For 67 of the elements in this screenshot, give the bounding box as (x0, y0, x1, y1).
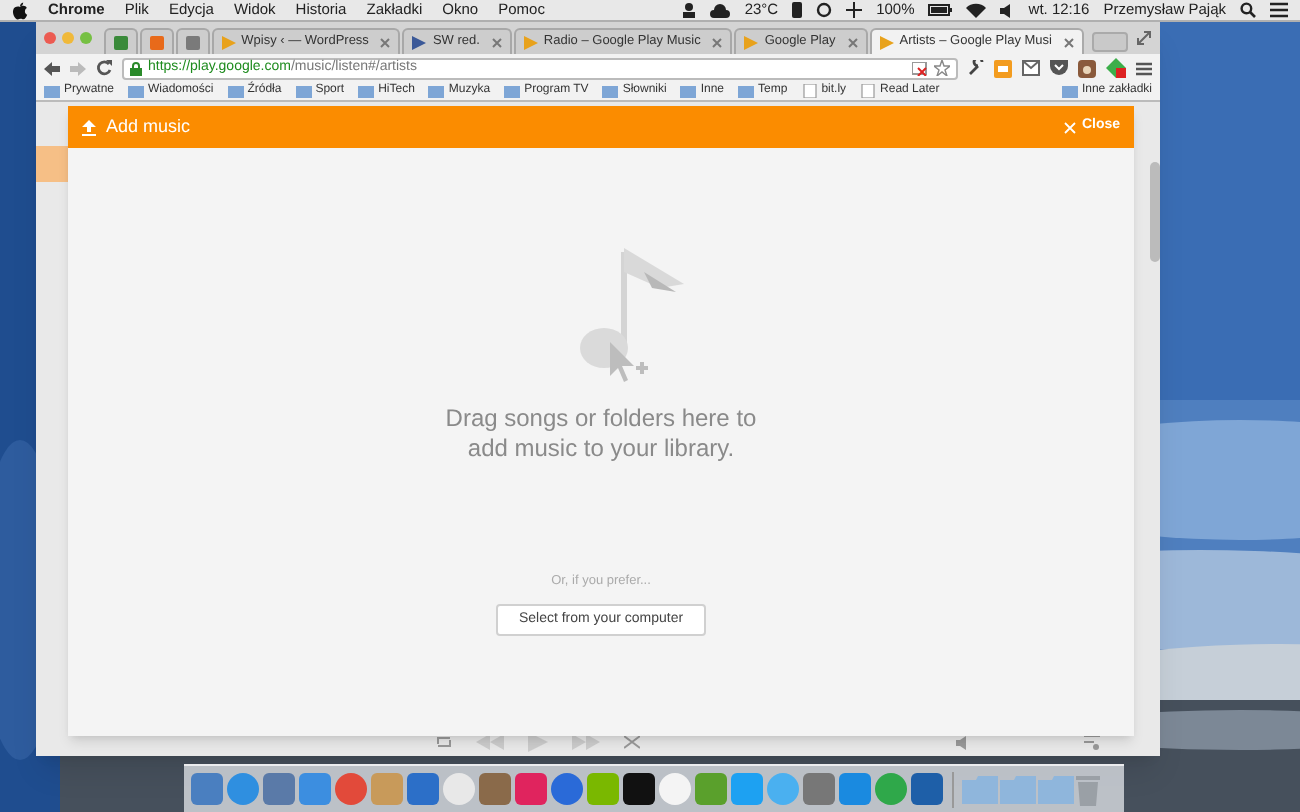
extension-icon[interactable] (1106, 58, 1126, 78)
back-icon[interactable] (44, 61, 60, 75)
search-icon[interactable] (1240, 2, 1256, 18)
forward-icon[interactable] (70, 61, 86, 75)
play-icon (744, 35, 759, 49)
app-icon[interactable] (622, 772, 656, 806)
folder-icon (738, 84, 755, 98)
wifi-icon[interactable] (966, 2, 987, 18)
phone-icon[interactable] (792, 2, 803, 18)
reload-icon[interactable] (96, 60, 112, 76)
shuffle-icon[interactable] (624, 734, 640, 750)
cloud-icon[interactable] (710, 3, 731, 17)
folder-icon (602, 84, 619, 98)
folder-icon (44, 84, 60, 98)
folder-icon (128, 84, 145, 98)
close-icon[interactable] (712, 37, 723, 47)
extension-icon[interactable] (994, 59, 1012, 77)
queue-icon[interactable] (1084, 734, 1100, 750)
page-icon (185, 35, 200, 49)
wrench-icon[interactable] (968, 60, 984, 76)
close-icon[interactable] (491, 37, 502, 47)
list-icon[interactable] (1270, 2, 1288, 18)
scrollbar[interactable] (1150, 162, 1160, 262)
trash-icon[interactable] (1076, 772, 1100, 806)
browser-tab[interactable] (139, 28, 174, 54)
mail-icon[interactable] (1022, 60, 1040, 76)
folder-icon (428, 84, 445, 98)
pocket-icon[interactable] (1050, 60, 1068, 76)
dialog-title: Add music (106, 113, 191, 140)
sync-icon[interactable] (816, 2, 833, 18)
repeat-icon[interactable] (436, 734, 452, 750)
volume-icon[interactable] (1000, 3, 1015, 17)
folder-icon (680, 84, 697, 98)
battery-icon[interactable] (928, 4, 953, 16)
menu-icon[interactable] (1136, 61, 1152, 75)
upload-icon (82, 119, 96, 135)
header-bar (36, 146, 68, 182)
play-icon (221, 35, 236, 49)
folder-icon (295, 84, 312, 98)
drop-instructions: Drag songs or folders here to add music to your library. (443, 404, 759, 464)
folder-icon (504, 84, 521, 98)
folder-icon (227, 84, 244, 98)
crosshair-icon[interactable] (846, 2, 863, 18)
close-icon[interactable] (1063, 37, 1074, 47)
close-button[interactable] (44, 32, 56, 44)
play-icon (879, 35, 894, 49)
close-icon[interactable] (847, 37, 858, 47)
close-icon[interactable] (380, 37, 391, 47)
page-icon (113, 35, 128, 49)
camera-icon[interactable] (1078, 59, 1096, 77)
apple-icon[interactable] (12, 1, 28, 19)
play-icon (523, 35, 538, 49)
play-icon (412, 35, 427, 49)
star-icon[interactable] (934, 60, 950, 76)
close-icon (1063, 121, 1076, 133)
browser-tab[interactable] (175, 28, 210, 54)
lock-icon (130, 61, 142, 75)
blocked-popup-icon[interactable] (912, 61, 928, 75)
person-icon[interactable] (682, 2, 697, 18)
zoom-button[interactable] (80, 32, 92, 44)
browser-tab[interactable] (104, 28, 138, 54)
fullscreen-icon[interactable] (1136, 30, 1152, 46)
folder-icon (1061, 85, 1078, 97)
folder-icon (358, 84, 375, 98)
music-note-icon (579, 244, 683, 388)
page-icon (149, 35, 164, 49)
play-icon[interactable] (528, 732, 548, 752)
